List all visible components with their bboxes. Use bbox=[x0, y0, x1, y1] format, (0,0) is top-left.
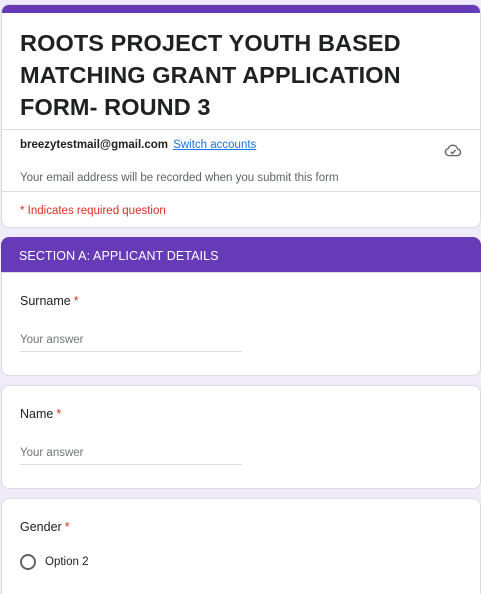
section-title: SECTION A: APPLICANT DETAILS bbox=[19, 249, 219, 263]
question-card-gender: Gender * Option 2 bbox=[1, 498, 481, 594]
question-text: Gender bbox=[20, 520, 62, 534]
question-label-surname: Surname * bbox=[20, 294, 79, 308]
question-text: Name bbox=[20, 407, 54, 421]
required-asterisk: * bbox=[73, 294, 79, 308]
form-title: ROOTS PROJECT YOUTH BASED MATCHING GRANT… bbox=[20, 30, 401, 120]
required-asterisk: * bbox=[64, 520, 70, 534]
notice-divider bbox=[2, 191, 480, 192]
cloud-check-icon[interactable] bbox=[444, 142, 462, 158]
question-card-name: Name * bbox=[1, 385, 481, 489]
gender-option-2[interactable]: Option 2 bbox=[20, 554, 88, 570]
question-text: Surname bbox=[20, 294, 71, 308]
header-accent-bar bbox=[2, 5, 480, 13]
radio-button[interactable] bbox=[20, 554, 36, 570]
question-label-gender: Gender * bbox=[20, 520, 70, 534]
question-label-name: Name * bbox=[20, 407, 61, 421]
surname-input[interactable] bbox=[20, 332, 242, 352]
required-question-notice: * Indicates required question bbox=[20, 205, 166, 217]
email-record-notice: Your email address will be recorded when… bbox=[20, 172, 339, 184]
form-header-card: ROOTS PROJECT YOUTH BASED MATCHING GRANT… bbox=[1, 4, 481, 228]
section-header: SECTION A: APPLICANT DETAILS bbox=[1, 237, 481, 273]
required-asterisk: * bbox=[56, 407, 62, 421]
switch-accounts-link[interactable]: Switch accounts bbox=[173, 139, 256, 151]
radio-option-label: Option 2 bbox=[45, 556, 89, 568]
account-row: breezytestmail@gmail.com Switch accounts bbox=[20, 138, 256, 152]
name-input[interactable] bbox=[20, 445, 242, 465]
question-card-surname: Surname * bbox=[1, 272, 481, 376]
header-divider bbox=[2, 129, 480, 130]
account-email: breezytestmail@gmail.com bbox=[20, 139, 168, 151]
